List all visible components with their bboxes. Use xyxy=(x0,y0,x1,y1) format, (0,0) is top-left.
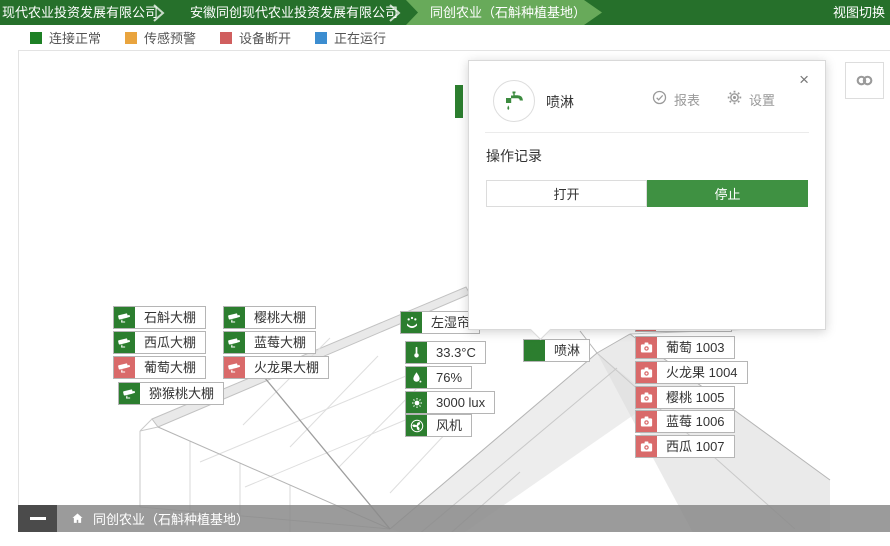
legend-label: 正在运行 xyxy=(334,28,386,47)
marker-label: 喷淋 xyxy=(545,340,589,361)
popup-device-title: 喷淋 xyxy=(546,92,574,112)
thermometer-icon xyxy=(406,342,427,363)
device-popup: 喷淋 报表 设置 × 操作记录 打开停止 xyxy=(468,60,826,330)
stop-button[interactable]: 停止 xyxy=(647,180,808,207)
legend-item: 连接正常 xyxy=(30,28,101,47)
sensor-marker[interactable]: 喷淋 xyxy=(523,339,590,362)
photo-camera-icon xyxy=(636,337,657,358)
cctv-camera-icon xyxy=(114,332,135,353)
greenhouse-camera-marker[interactable]: 石斛大棚 xyxy=(113,306,206,329)
marker-label: 火龙果大棚 xyxy=(245,357,328,378)
marker-label: 西瓜 1007 xyxy=(657,436,734,457)
humidity-drop-icon xyxy=(406,367,427,388)
legend-item: 设备断开 xyxy=(220,28,291,47)
breadcrumb-company[interactable]: 安徽同创现代农业投资发展有限公司 xyxy=(190,0,398,25)
view-switch-button[interactable]: 视图切换 xyxy=(833,0,885,25)
faucet-icon xyxy=(524,340,545,361)
photo-camera-icon xyxy=(636,411,657,432)
close-icon[interactable]: × xyxy=(799,71,809,88)
bottom-margin xyxy=(0,532,890,546)
legend-item: 正在运行 xyxy=(315,28,386,47)
partially-hidden-marker xyxy=(455,85,463,118)
photo-camera-icon xyxy=(636,362,657,383)
marker-label: 西瓜大棚 xyxy=(135,332,205,353)
greenhouse-camera-marker[interactable]: 樱桃大棚 xyxy=(223,306,316,329)
status-color-swatch xyxy=(220,32,232,44)
status-color-swatch xyxy=(125,32,137,44)
gear-icon xyxy=(726,89,743,109)
faucet-icon xyxy=(493,80,535,122)
bottom-bar-title: 同创农业（石斛种植基地） xyxy=(93,509,249,528)
greenhouse-camera-marker[interactable]: 西瓜大棚 xyxy=(113,331,206,354)
open-button[interactable]: 打开 xyxy=(486,180,647,207)
action-label: 报表 xyxy=(674,90,700,109)
marker-label: 3000 lux xyxy=(427,392,494,413)
minus-icon xyxy=(30,517,46,520)
cctv-camera-icon xyxy=(224,332,245,353)
cctv-camera-icon xyxy=(224,357,245,378)
legend-item: 传感预警 xyxy=(125,28,196,47)
cctv-camera-icon xyxy=(114,307,135,328)
marker-label: 76% xyxy=(427,367,471,388)
report-button[interactable]: 报表 xyxy=(651,89,700,109)
action-label: 设置 xyxy=(749,90,775,109)
wet-curtain-icon xyxy=(401,312,422,333)
photo-camera-icon xyxy=(636,387,657,408)
greenhouse-camera-marker[interactable]: 葡萄大棚 xyxy=(113,356,206,379)
cctv-camera-icon xyxy=(114,357,135,378)
link-icon xyxy=(854,70,875,91)
camera-marker[interactable]: 西瓜 1007 xyxy=(635,435,735,458)
marker-label: 33.3°C xyxy=(427,342,485,363)
light-sun-icon xyxy=(406,392,427,413)
chevron-right-icon xyxy=(152,3,166,23)
marker-label: 蓝莓 1006 xyxy=(657,411,734,432)
camera-marker[interactable]: 蓝莓 1006 xyxy=(635,410,735,433)
legend-label: 设备断开 xyxy=(239,28,291,47)
greenhouse-camera-marker[interactable]: 火龙果大棚 xyxy=(223,356,329,379)
minimize-button[interactable] xyxy=(18,505,57,532)
marker-label: 猕猴桃大棚 xyxy=(140,383,223,404)
marker-label: 风机 xyxy=(427,415,471,436)
breadcrumb-base-active[interactable]: 同创农业（石斛种植基地） xyxy=(406,0,602,25)
marker-label: 葡萄大棚 xyxy=(135,357,205,378)
chevron-right-icon xyxy=(388,3,402,23)
popup-actions: 报表 设置 xyxy=(651,89,775,109)
link-button[interactable] xyxy=(845,62,884,99)
popup-divider xyxy=(485,132,809,133)
breadcrumb-bar: 现代农业投资发展有限公司 安徽同创现代农业投资发展有限公司 同创农业（石斛种植基… xyxy=(0,0,890,25)
cctv-camera-icon xyxy=(224,307,245,328)
status-color-swatch xyxy=(315,32,327,44)
fan-icon xyxy=(406,415,427,436)
report-check-icon xyxy=(651,89,668,109)
marker-label: 火龙果 1004 xyxy=(657,362,747,383)
marker-label: 蓝莓大棚 xyxy=(245,332,315,353)
marker-label: 葡萄 1003 xyxy=(657,337,734,358)
sensor-marker[interactable]: 3000 lux xyxy=(405,391,495,414)
marker-label: 石斛大棚 xyxy=(135,307,205,328)
status-legend: 连接正常 传感预警 设备断开 正在运行 xyxy=(18,25,890,51)
legend-label: 传感预警 xyxy=(144,28,196,47)
sensor-marker[interactable]: 33.3°C xyxy=(405,341,486,364)
greenhouse-camera-marker[interactable]: 猕猴桃大棚 xyxy=(118,382,224,405)
cctv-camera-icon xyxy=(119,383,140,404)
camera-marker[interactable]: 樱桃 1005 xyxy=(635,386,735,409)
home-icon xyxy=(70,511,85,526)
sensor-marker[interactable]: 76% xyxy=(405,366,472,389)
sensor-marker[interactable]: 风机 xyxy=(405,414,472,437)
operation-record-title: 操作记录 xyxy=(486,146,542,166)
popup-button-group: 打开停止 xyxy=(486,180,808,207)
breadcrumb-company-root[interactable]: 现代农业投资发展有限公司 xyxy=(2,0,158,25)
bottom-status-bar: 同创农业（石斛种植基地） xyxy=(18,505,890,532)
marker-label: 樱桃大棚 xyxy=(245,307,315,328)
settings-button[interactable]: 设置 xyxy=(726,89,775,109)
legend-label: 连接正常 xyxy=(49,28,101,47)
greenhouse-camera-marker[interactable]: 蓝莓大棚 xyxy=(223,331,316,354)
status-color-swatch xyxy=(30,32,42,44)
marker-label: 樱桃 1005 xyxy=(657,387,734,408)
camera-marker[interactable]: 火龙果 1004 xyxy=(635,361,748,384)
camera-marker[interactable]: 葡萄 1003 xyxy=(635,336,735,359)
photo-camera-icon xyxy=(636,436,657,457)
content-left-border xyxy=(18,25,19,532)
